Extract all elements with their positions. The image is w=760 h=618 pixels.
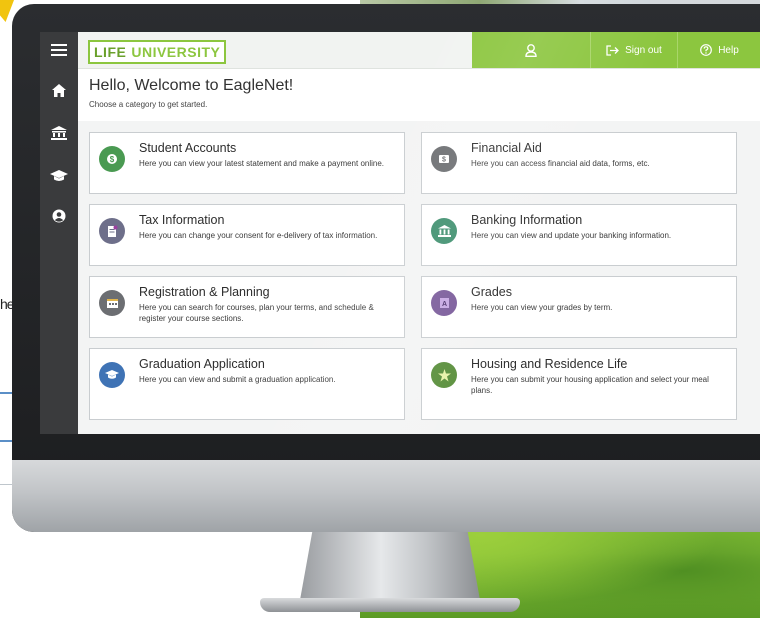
- top-bar: LIFE UNIVERSITY Sign out Help: [78, 32, 760, 69]
- graduation-icon: [99, 362, 125, 388]
- graduation-cap-icon: [50, 170, 68, 181]
- sidebar: [40, 32, 78, 434]
- card-title: Grades: [471, 285, 512, 299]
- tax-document-icon: [99, 218, 125, 244]
- app-screen: LIFE UNIVERSITY Sign out Help Hello, Wel…: [40, 32, 760, 434]
- monitor-chin: [12, 460, 760, 532]
- user-icon: [525, 43, 537, 57]
- card-description: Here you can view your grades by term.: [471, 303, 613, 312]
- card-title: Banking Information: [471, 213, 583, 227]
- sign-out-button[interactable]: Sign out: [590, 32, 677, 68]
- card-tax-information[interactable]: Tax Information Here you can change your…: [89, 204, 405, 266]
- card-description: Here you can change your consent for e-d…: [139, 231, 378, 240]
- card-title: Housing and Residence Life: [471, 357, 628, 371]
- dollar-icon: $: [431, 146, 457, 172]
- user-circle-icon: [52, 209, 66, 223]
- page-subtitle: Choose a category to get started.: [89, 100, 208, 109]
- help-label: Help: [718, 44, 739, 56]
- user-button[interactable]: [472, 32, 590, 68]
- card-financial-aid[interactable]: $ Financial Aid Here you can access fina…: [421, 132, 737, 194]
- hamburger-icon: [51, 44, 67, 56]
- card-description: Here you can view and update your bankin…: [471, 231, 672, 240]
- help-icon: [700, 44, 713, 56]
- monitor-base: [260, 598, 520, 612]
- sign-out-label: Sign out: [625, 44, 662, 56]
- card-title: Registration & Planning: [139, 285, 270, 299]
- card-title: Financial Aid: [471, 141, 542, 155]
- logo-life: LIFE: [94, 44, 127, 60]
- card-registration-planning[interactable]: Registration & Planning Here you can sea…: [89, 276, 405, 338]
- bank-icon: [431, 218, 457, 244]
- welcome-panel: Hello, Welcome to EagleNet! Choose a cat…: [78, 69, 760, 121]
- svg-text:$: $: [442, 157, 446, 164]
- logo[interactable]: LIFE UNIVERSITY: [88, 40, 227, 64]
- card-description: Here you can submit your housing applica…: [471, 375, 709, 395]
- card-banking-information[interactable]: Banking Information Here you can view an…: [421, 204, 737, 266]
- category-grid: $ Student Accounts Here you can view you…: [78, 121, 760, 434]
- registration-icon: [99, 290, 125, 316]
- sign-out-icon: [606, 44, 620, 56]
- card-housing-residence-life[interactable]: Housing and Residence Life Here you can …: [421, 348, 737, 420]
- help-button[interactable]: Help: [677, 32, 760, 68]
- card-grades[interactable]: A Grades Here you can view your grades b…: [421, 276, 737, 338]
- page-title: Hello, Welcome to EagleNet!: [89, 77, 294, 94]
- grades-icon: A: [431, 290, 457, 316]
- svg-text:$: $: [110, 155, 115, 164]
- home-icon: [52, 83, 66, 97]
- sidebar-item-academics[interactable]: [40, 160, 78, 192]
- card-title: Graduation Application: [139, 357, 265, 371]
- sidebar-item-home[interactable]: [40, 74, 78, 106]
- housing-icon: [431, 362, 457, 388]
- card-description: Here you can view your latest statement …: [139, 159, 385, 168]
- card-title: Tax Information: [139, 213, 225, 227]
- card-graduation-application[interactable]: Graduation Application Here you can view…: [89, 348, 405, 420]
- card-student-accounts[interactable]: $ Student Accounts Here you can view you…: [89, 132, 405, 194]
- bank-icon: [51, 126, 67, 140]
- card-description: Here you can access financial aid data, …: [471, 159, 650, 168]
- sidebar-item-profile[interactable]: [40, 200, 78, 232]
- card-description: Here you can view and submit a graduatio…: [139, 375, 336, 384]
- sidebar-item-finance[interactable]: [40, 117, 78, 149]
- monitor-stand: [300, 520, 480, 600]
- money-icon: $: [99, 146, 125, 172]
- logo-university: UNIVERSITY: [131, 44, 221, 60]
- card-description: Here you can search for courses, plan yo…: [139, 303, 374, 323]
- svg-text:A: A: [441, 301, 446, 308]
- card-title: Student Accounts: [139, 141, 237, 155]
- sidebar-item-menu[interactable]: [40, 34, 78, 66]
